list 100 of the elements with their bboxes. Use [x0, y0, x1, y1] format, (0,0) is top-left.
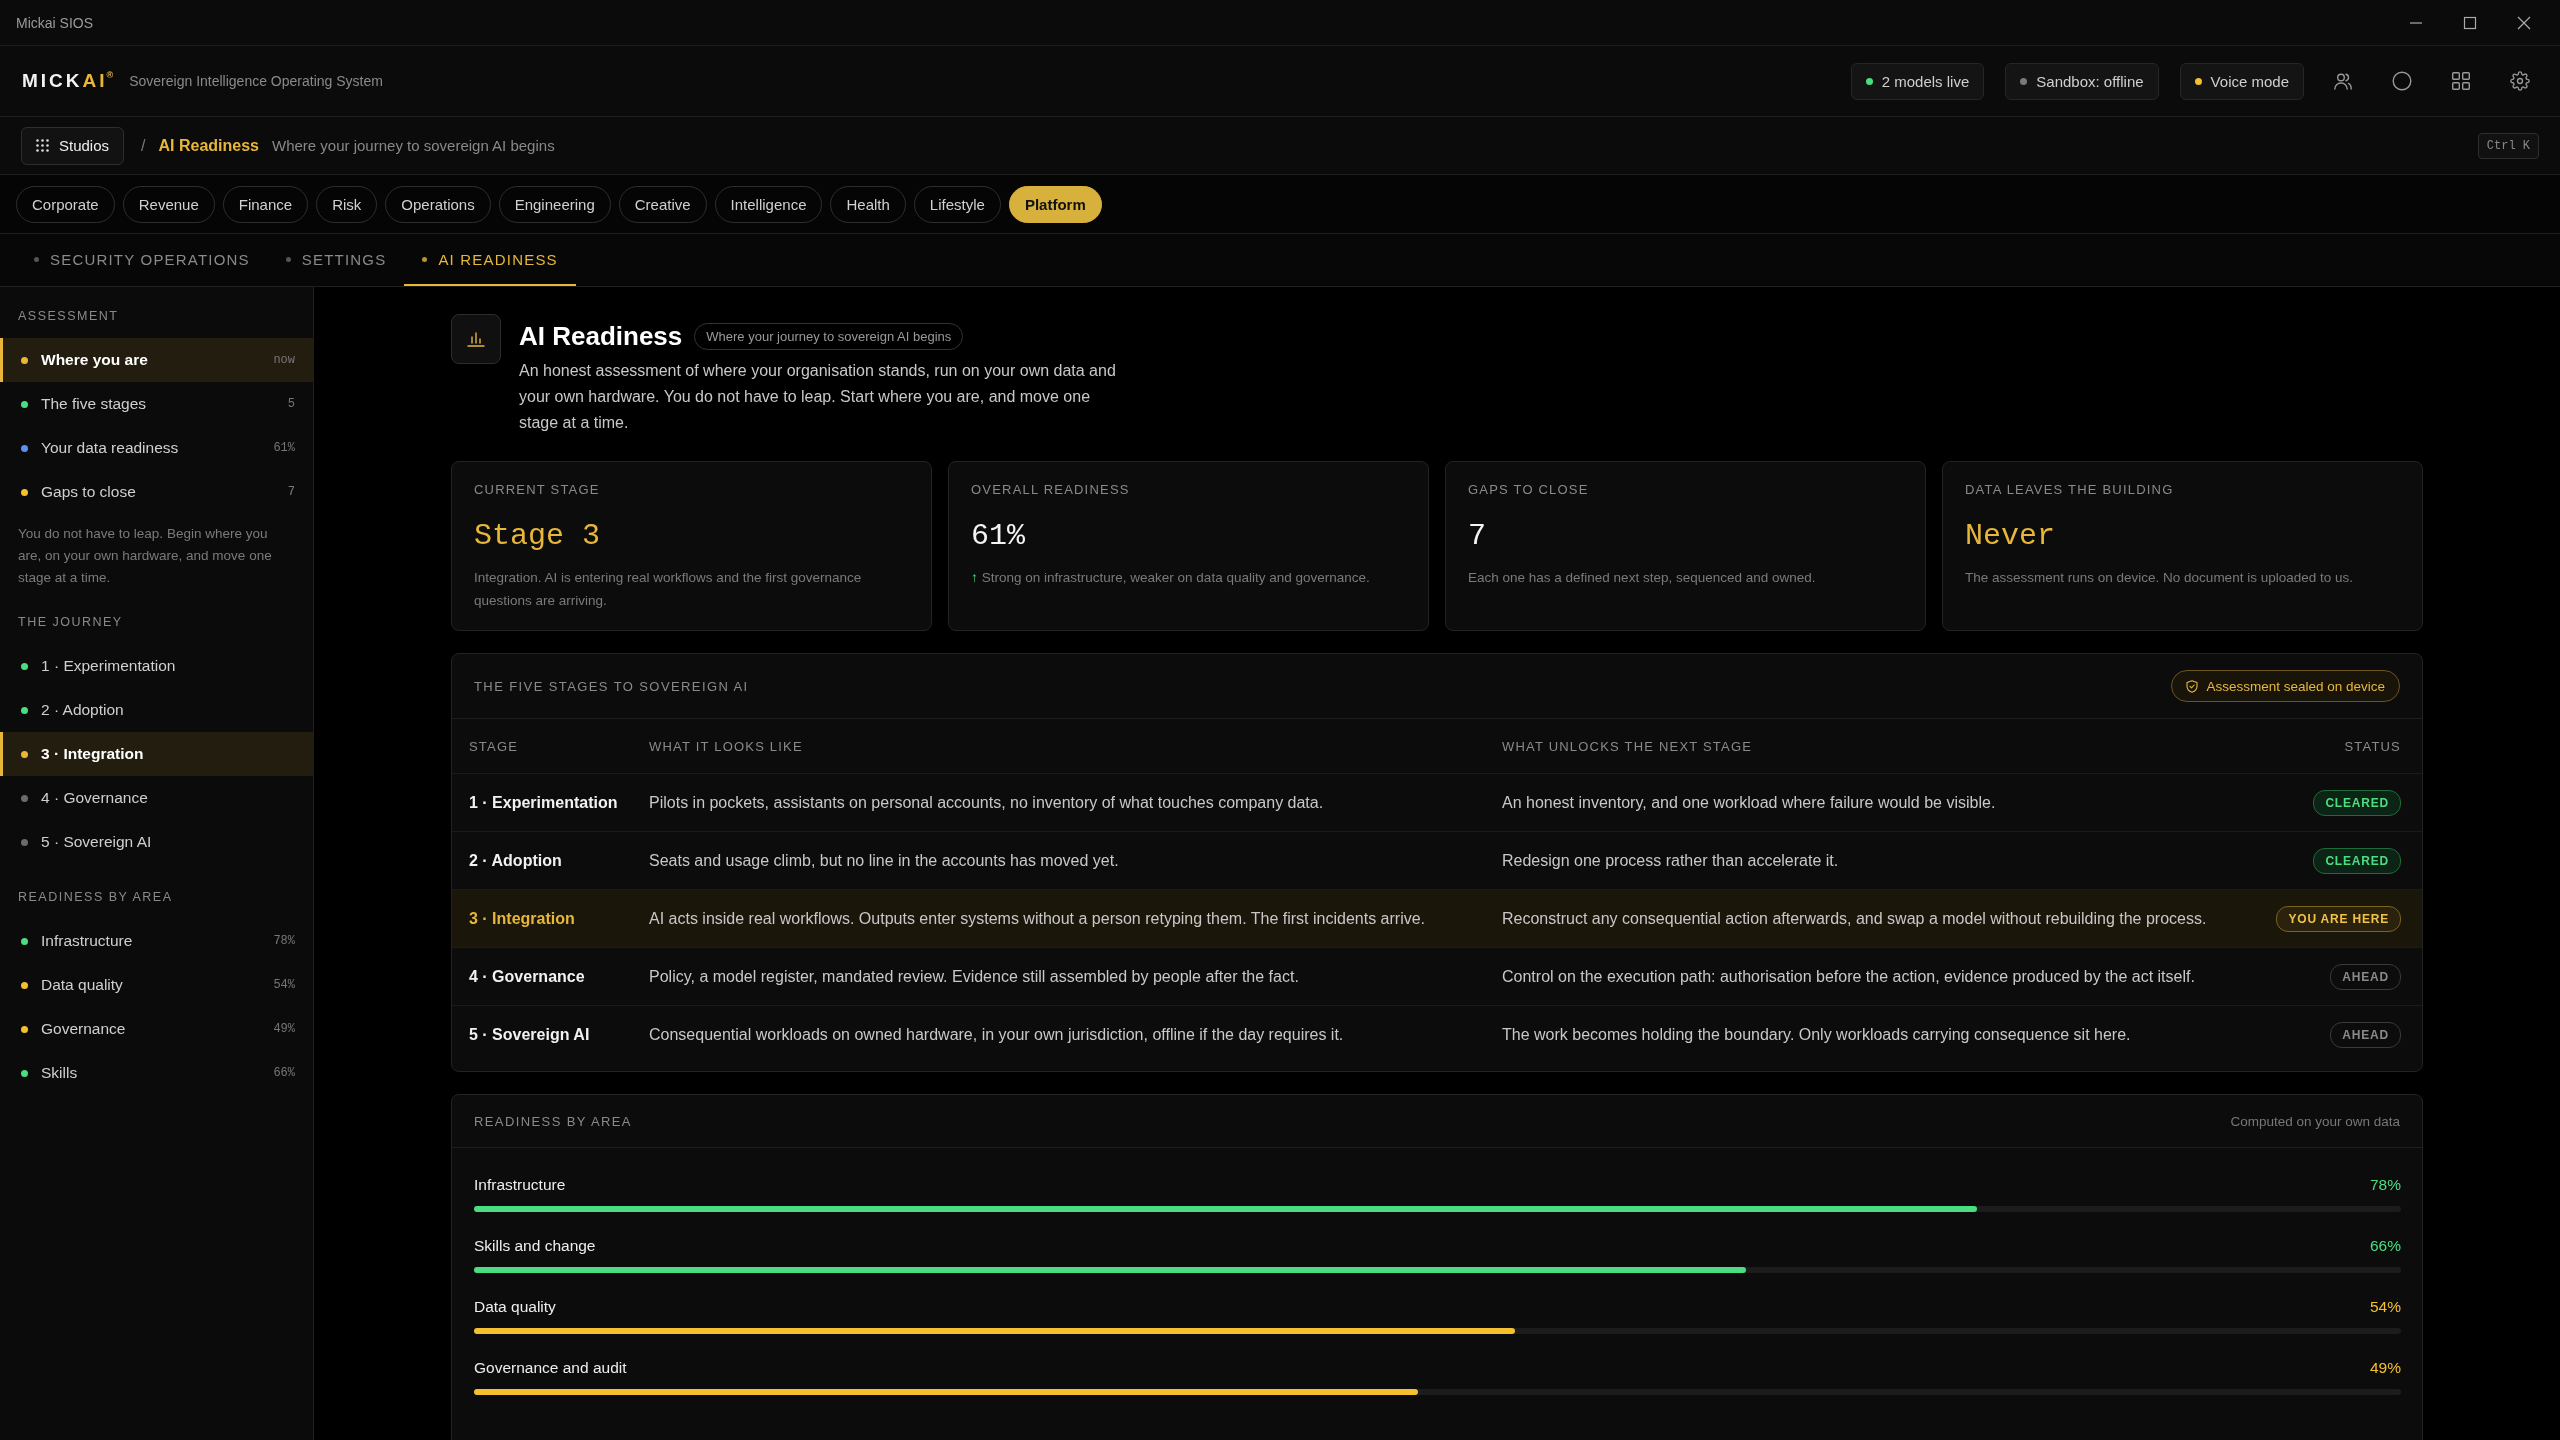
sidebar-item[interactable]: Skills 66% — [0, 1051, 313, 1095]
status-badge: CLEARED — [2313, 789, 2401, 816]
stat-label: OVERALL READINESS — [971, 481, 1131, 499]
table-cell-text: Redesign one process rather than accelerate it. — [1502, 851, 1840, 870]
stage-name: 4 · Governance — [469, 967, 586, 986]
table-cell-text: Policy, a model register, mandated review. Evidence still assembled by people after the fact. — [649, 967, 1300, 986]
subtab[interactable]: AI READINESS — [404, 234, 576, 286]
sidebar-item-label: Where you are — [41, 351, 149, 369]
table-cell-text: Pilots in pockets, assistants on personal accounts, no inventory of what touches company data. — [649, 793, 1325, 812]
table-cell-text: An honest inventory, and one workload where failure would be visible. — [1502, 793, 1997, 812]
sidebar-item[interactable]: Governance 49% — [0, 1007, 313, 1051]
shortcut-hint: Ctrl K — [2477, 132, 2539, 159]
sidebar-item-label: Skills — [41, 1064, 79, 1082]
logo: MICK AI$^{®}$ — [22, 70, 114, 92]
column-header: WHAT IT LOOKS LIKE — [649, 738, 804, 754]
stat-note: Strong on infrastructure, weaker on data quality and governance. — [981, 569, 1370, 587]
sidebar-item-value: 78% — [273, 934, 295, 948]
sidebar-item-value: 54% — [273, 978, 295, 992]
stage-name: 5 · Sovereign AI — [469, 1025, 591, 1044]
dot-icon — [422, 256, 428, 262]
status-badge: AHEAD — [2330, 1021, 2401, 1048]
sidebar-item-label: 5 · Sovereign AI — [41, 833, 153, 851]
sidebar-item[interactable]: 1 · Experimentation — [0, 644, 313, 688]
stat-value: 61% — [971, 518, 1026, 555]
sidebar-item-label: Data quality — [41, 976, 124, 994]
status-pill[interactable]: 2 models live — [1850, 62, 1985, 100]
grid-icon[interactable] — [2451, 71, 2471, 91]
area-label: Infrastructure — [474, 1175, 566, 1195]
table-cell-text: Control on the execution path: authorisation before the action, evidence produced by the act itself. — [1502, 967, 2196, 986]
category-pill[interactable]: Platform — [1008, 185, 1102, 223]
sidebar-item[interactable]: Gaps to close 7 — [0, 470, 313, 514]
table-cell-text: AI acts inside real workflows. Outputs enter systems without a person retyping them. The first incidents arrive. — [649, 909, 1427, 928]
status-pill[interactable]: Sandbox: offline — [2005, 62, 2159, 100]
sidebar-item[interactable]: Your data readiness 61% — [0, 426, 313, 470]
stage-name: 1 · Experimentation — [469, 793, 619, 812]
status-pill[interactable]: Voice mode — [2179, 62, 2304, 100]
sidebar-item-value: now — [273, 353, 295, 367]
sidebar-item-label: Infrastructure — [41, 932, 134, 950]
dot-icon — [285, 256, 291, 262]
window-title: Mickai SIOS — [16, 14, 93, 31]
column-header: WHAT UNLOCKS THE NEXT STAGE — [1502, 738, 1754, 754]
bar-chart-icon — [451, 314, 501, 364]
area-label: Skills and change — [474, 1236, 596, 1256]
sidebar-item-value: 5 — [287, 397, 295, 411]
stat-label: DATA LEAVES THE BUILDING — [1965, 481, 2175, 499]
stat-value: Never — [1965, 518, 2056, 555]
settings-icon[interactable] — [2510, 71, 2530, 91]
tagline: Sovereign Intelligence Operating System — [129, 73, 383, 89]
breadcrumb-current: AI Readiness — [158, 136, 259, 155]
column-header: STATUS — [2344, 738, 2401, 754]
sidebar-item[interactable]: Data quality 54% — [0, 963, 313, 1007]
sidebar-item-label: 1 · Experimentation — [41, 657, 177, 675]
breadcrumb-subtitle: Where your journey to sovereign AI begins — [272, 137, 555, 154]
sidebar-item-value: 7 — [287, 485, 295, 499]
sidebar-item-label: 3 · Integration — [41, 745, 145, 763]
area-reading: 54% — [2369, 1297, 2401, 1317]
sidebar-heading: READINESS BY AREA — [17, 889, 174, 906]
area-label: Data quality — [474, 1297, 556, 1317]
subtab[interactable]: SETTINGS — [267, 234, 405, 286]
stage-name: 3 · Integration — [469, 909, 576, 928]
sidebar-item[interactable]: The five stages 5 — [0, 382, 313, 426]
column-header: STAGE — [469, 738, 520, 754]
sidebar-item[interactable]: 3 · Integration — [0, 732, 313, 776]
close-icon[interactable] — [2516, 14, 2532, 31]
sidebar-item-label: Governance — [41, 1020, 127, 1038]
status-badge: YOU ARE HERE — [2276, 905, 2401, 932]
stat-note: Each one has a defined next step, sequenced and owned. — [1468, 569, 1816, 587]
stat-note: The assessment runs on device. No document is uploaded to us. — [1965, 569, 2353, 587]
page-title: AI Readiness — [519, 320, 683, 352]
area-reading: 78% — [2369, 1175, 2401, 1195]
sidebar-item[interactable]: 4 · Governance — [0, 776, 313, 820]
stat-note: Integration. AI is entering real workflows and the first governance questions are arriving. — [474, 569, 863, 610]
studios-button[interactable]: Studios — [21, 126, 125, 165]
table-title: THE FIVE STAGES TO SOVEREIGN AI — [474, 678, 749, 694]
subtab[interactable]: SECURITY OPERATIONS — [16, 234, 268, 286]
stage-name: 2 · Adoption — [469, 851, 563, 870]
table-cell-text: The work becomes holding the boundary. Only workloads carrying consequence sit here. — [1502, 1025, 2132, 1044]
sidebar-item-label: Gaps to close — [41, 483, 137, 501]
sidebar-item[interactable]: Where you are now — [0, 338, 313, 382]
sidebar-item-label: Your data readiness — [41, 439, 180, 457]
sidebar-item[interactable]: Infrastructure 78% — [0, 919, 313, 963]
panel-note: Computed on your own data — [2230, 1113, 2400, 1129]
sidebar-item[interactable]: 2 · Adoption — [0, 688, 313, 732]
badge-text: Assessment sealed on device — [2206, 678, 2385, 694]
sidebar-item-label: 2 · Adoption — [41, 701, 125, 719]
breadcrumb-separator: / — [141, 136, 146, 155]
circle-icon[interactable] — [2392, 71, 2412, 91]
sidebar-item[interactable]: 5 · Sovereign AI — [0, 820, 313, 864]
status-badge: CLEARED — [2313, 847, 2401, 874]
area-reading: 49% — [2369, 1358, 2401, 1378]
table-cell-text: Consequential workloads on owned hardware, in your own jurisdiction, offline if the day requires it. — [649, 1025, 1345, 1044]
sidebar-heading: ASSESSMENT — [17, 308, 120, 325]
sidebar-item-label: The five stages — [41, 395, 148, 413]
maximize-icon[interactable] — [2462, 14, 2478, 31]
table-cell-text: Reconstruct any consequential action afterwards, and swap a model without rebuilding the process. — [1502, 909, 2208, 928]
status-badge: AHEAD — [2330, 963, 2401, 990]
users-icon[interactable] — [2333, 71, 2353, 91]
sidebar-heading: THE JOURNEY — [17, 614, 124, 631]
stat-value: Stage 3 — [474, 518, 602, 555]
table-cell-text: Seats and usage climb, but no line in the accounts has moved yet. — [649, 851, 1120, 870]
